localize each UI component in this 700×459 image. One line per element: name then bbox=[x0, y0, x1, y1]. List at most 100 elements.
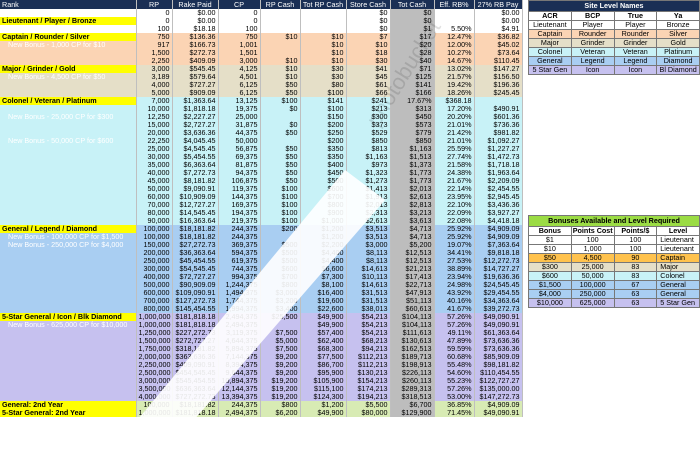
column-header: ACR bbox=[528, 11, 572, 21]
table-cell: $1,373 bbox=[390, 161, 435, 169]
table-cell: $900 bbox=[300, 209, 347, 217]
table-row: $10 1,000 100 Lieutenant bbox=[528, 244, 700, 254]
table-cell: $54,545.45 bbox=[172, 265, 219, 273]
table-cell: 5,894,375 bbox=[218, 345, 261, 353]
table-cell: $800 bbox=[260, 281, 301, 289]
table-cell: $19,200 bbox=[260, 377, 301, 385]
table-cell bbox=[260, 49, 301, 57]
table-cell: $6,700 bbox=[390, 401, 435, 409]
column-header: Rake Paid bbox=[172, 0, 219, 9]
table-cell: $29,454.55 bbox=[474, 289, 523, 297]
table-cell: $115,100 bbox=[300, 385, 347, 393]
table-cell: $196.36 bbox=[474, 81, 523, 89]
table-cell: $10 bbox=[300, 57, 347, 65]
table-cell: 625,000 bbox=[570, 298, 615, 308]
table-cell: $318,513 bbox=[390, 393, 435, 401]
table-cell: 3,189 bbox=[136, 73, 173, 81]
table-cell: $0 bbox=[390, 9, 435, 17]
table-cell: $4,909.09 bbox=[474, 401, 523, 409]
table-cell: $7 bbox=[346, 33, 391, 41]
rank-label bbox=[0, 153, 137, 161]
table-cell: $1,323 bbox=[346, 169, 391, 177]
table-cell: $50 bbox=[260, 145, 301, 153]
table-cell: $17 bbox=[390, 33, 435, 41]
table-cell: 81,875 bbox=[218, 161, 261, 169]
rank-label bbox=[0, 337, 137, 345]
table-cell: $19,600 bbox=[300, 297, 347, 305]
table-cell: $600 bbox=[528, 271, 572, 281]
table-cell: $409,090.91 bbox=[172, 361, 219, 369]
table-cell: 23.94% bbox=[434, 273, 475, 281]
table-cell: $1,200 bbox=[300, 225, 347, 233]
rank-label bbox=[0, 89, 137, 97]
table-cell: $12,727.27 bbox=[172, 201, 219, 209]
table-cell: $3,000 bbox=[260, 289, 301, 297]
rewards-table: Rank RP Rake Paid CP RP Cash Tot RP Cash Store… bbox=[0, 0, 523, 417]
table-cell: $20 bbox=[390, 41, 435, 49]
table-cell: 55.48% bbox=[434, 361, 475, 369]
column-header: Tot RP Cash bbox=[300, 0, 347, 9]
table-cell: 22,250 bbox=[136, 137, 173, 145]
table-row: 4,000 $727.27 6,125 $50 $80 $61 $141 19.42% $196… bbox=[0, 81, 523, 89]
table-row: 1,500,000 $272,727.27 4,644,375 $5,000 $62,4… bbox=[0, 337, 523, 345]
table-cell: $51,113 bbox=[390, 297, 435, 305]
table-cell: 244,375 bbox=[218, 233, 261, 241]
table-cell: Captain bbox=[656, 253, 700, 263]
table-row: New Bonus - 100,000 CP for $1,500 100,000… bbox=[0, 233, 523, 241]
table-row: 4,000,000 $727,272.73 13,394,375 $19,200 $12… bbox=[0, 393, 523, 401]
table-cell: 2,494,375 bbox=[218, 409, 261, 417]
table-cell: 1,500,000 bbox=[136, 337, 173, 345]
rank-label bbox=[0, 281, 137, 289]
table-cell: 106,875 bbox=[218, 177, 261, 185]
column-header: Bonus bbox=[528, 226, 572, 236]
table-cell: $250 bbox=[300, 129, 347, 137]
table-cell: $3,927.27 bbox=[474, 209, 523, 217]
table-cell: 2,494,375 bbox=[218, 313, 261, 321]
table-row: 5-Star General / Icon / Blk Diamond 1,000… bbox=[0, 313, 523, 321]
table-cell: $16,400 bbox=[300, 289, 347, 297]
table-cell: 18.26% bbox=[434, 89, 475, 97]
table-cell: $71 bbox=[390, 65, 435, 73]
table-cell: 15,000 bbox=[136, 121, 173, 129]
table-row: 2,250 $409.09 3,000 $10 $10 $30 $40 14.67% $110.… bbox=[0, 57, 523, 65]
table-cell: $1,363.64 bbox=[172, 97, 219, 105]
table-cell: $1,718.18 bbox=[474, 161, 523, 169]
table-cell: $100 bbox=[260, 201, 301, 209]
table-cell: $8,113 bbox=[346, 249, 391, 257]
table-cell bbox=[434, 17, 475, 25]
table-cell: $36,363.64 bbox=[172, 249, 219, 257]
rank-label: New Bonus - 250,000 CP for $4,000 bbox=[0, 241, 137, 249]
table-cell: $141 bbox=[300, 97, 347, 105]
table-cell: $2,013 bbox=[346, 201, 391, 209]
table-cell: $4.91 bbox=[474, 25, 523, 33]
table-cell: 500,000 bbox=[136, 281, 173, 289]
table-cell: $1,773 bbox=[390, 169, 435, 177]
table-cell: $1,000 bbox=[300, 217, 347, 225]
table-row: 45,000 $8,181.82 106,875 $50 $500 $1,273 $1,77… bbox=[0, 177, 523, 185]
table-cell: $4,400 bbox=[300, 249, 347, 257]
table-cell: 6,125 bbox=[218, 89, 261, 97]
table-cell: $0.00 bbox=[172, 17, 219, 25]
bonuses-header: Bonus Points Cost Points/$ Level bbox=[528, 226, 700, 236]
table-cell: 4,500 bbox=[570, 253, 615, 263]
table-cell: $300 bbox=[528, 262, 572, 272]
table-cell: $100 bbox=[300, 105, 347, 113]
table-cell: $181,818.18 bbox=[172, 321, 219, 329]
table-cell: 1,244,375 bbox=[218, 281, 261, 289]
table-cell: 25,000 bbox=[570, 262, 615, 272]
table-cell: 0 bbox=[218, 9, 261, 17]
table-cell: $2,613 bbox=[346, 217, 391, 225]
table-cell: $19,636.36 bbox=[474, 273, 523, 281]
table-cell: 54.60% bbox=[434, 369, 475, 377]
table-row: 2,000,000 $363,636.36 7,144,375 $9,200 $77,5… bbox=[0, 353, 523, 361]
table-cell: Grinder bbox=[570, 38, 615, 48]
table-cell: $3,213 bbox=[390, 209, 435, 217]
table-cell bbox=[300, 9, 347, 17]
table-cell: $125 bbox=[390, 73, 435, 81]
table-cell: $198,913 bbox=[390, 361, 435, 369]
table-row: Major Grinder Grinder Gold bbox=[528, 38, 700, 48]
table-cell: 4,000 bbox=[136, 81, 173, 89]
column-header: 27% RB Pay bbox=[474, 0, 523, 9]
table-cell: $154,213 bbox=[346, 377, 391, 385]
table-cell: 25.92% bbox=[434, 233, 475, 241]
